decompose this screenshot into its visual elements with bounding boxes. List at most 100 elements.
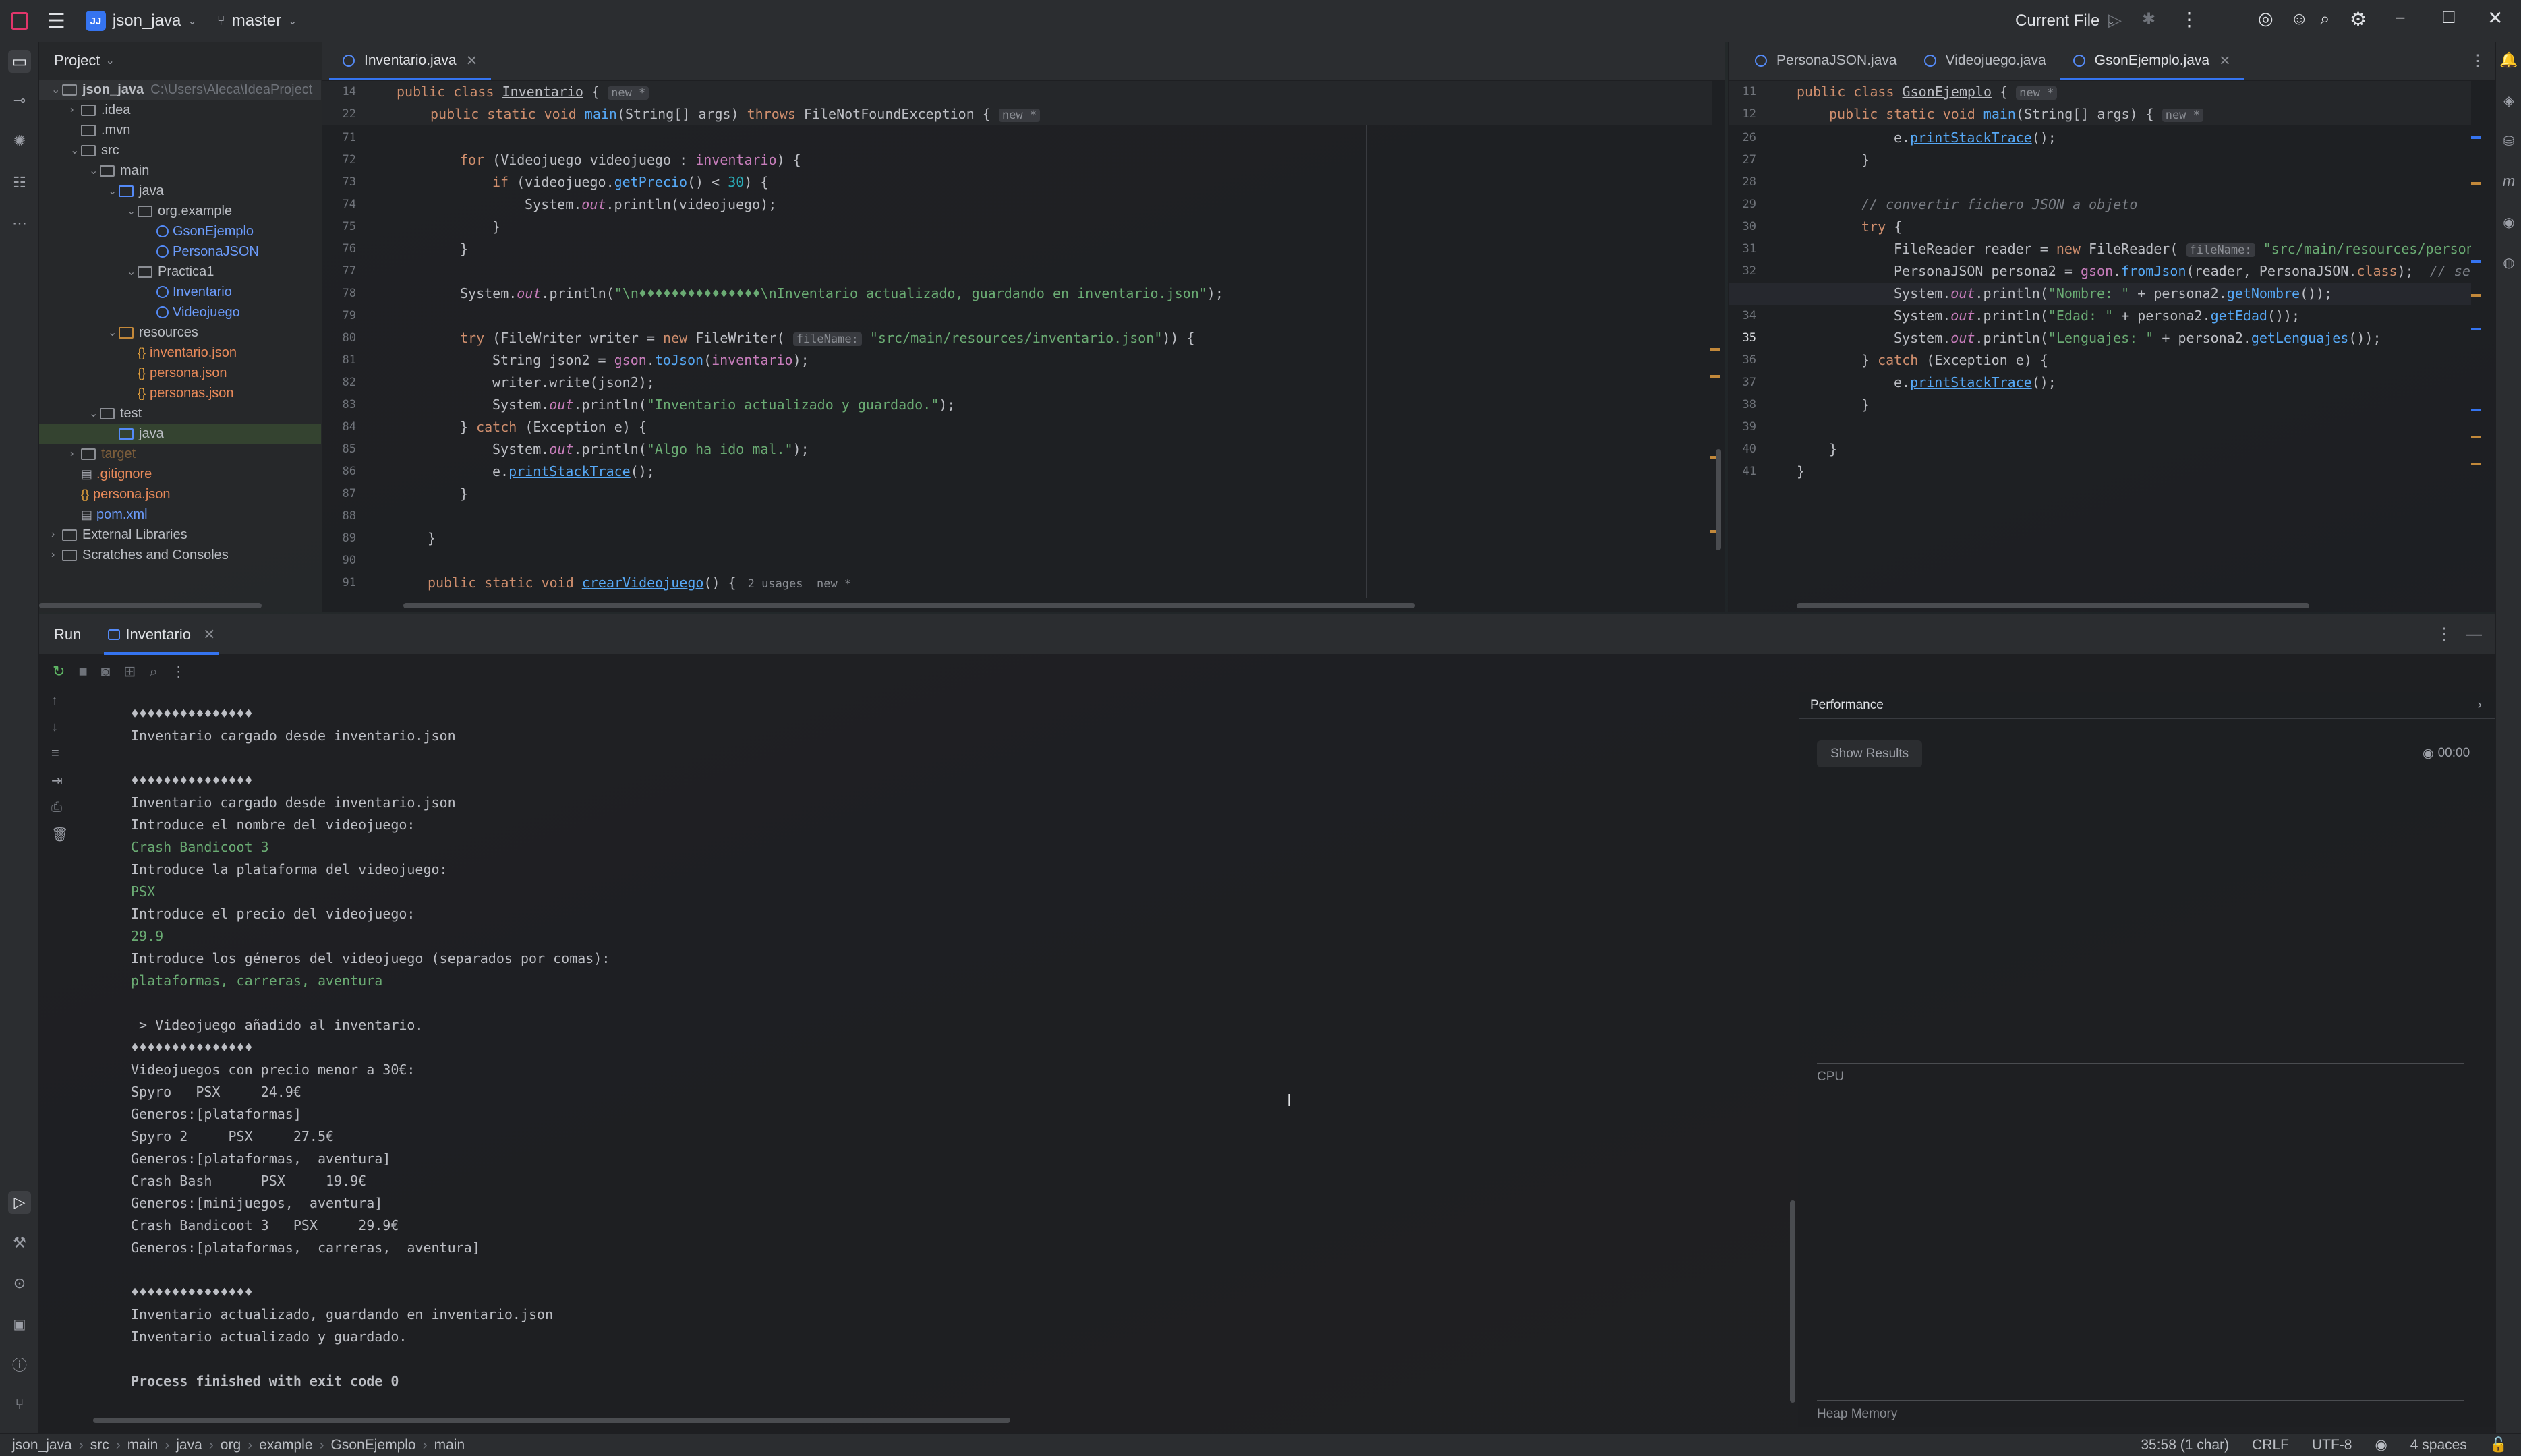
tree-item[interactable]: ⌄ test [89, 403, 142, 424]
chevron-down-icon[interactable]: ⌄ [89, 164, 100, 177]
ai-assistant-icon[interactable]: ◎ [2258, 8, 2273, 29]
terminal-icon[interactable]: ▣ [8, 1312, 31, 1335]
chevron-right-icon[interactable]: › [2478, 698, 2482, 713]
search-icon[interactable]: ⌕ [2320, 8, 2330, 30]
debug-icon[interactable]: ✱ [2142, 9, 2155, 29]
breadcrumb-item[interactable]: org [221, 1437, 241, 1453]
more-tools-icon[interactable]: ⋯ [8, 212, 31, 235]
commit-icon[interactable]: ⊸ [8, 89, 31, 112]
tree-item[interactable]: .mvn [70, 120, 130, 140]
copilot-chat-icon[interactable]: ◍ [2497, 251, 2520, 274]
project-tool-icon[interactable]: ▭ [8, 50, 31, 73]
copilot-icon[interactable]: ◉ [2497, 210, 2520, 233]
maven-icon[interactable]: m [2497, 170, 2520, 193]
lock-icon[interactable]: 🔓 [2490, 1437, 2508, 1453]
services-icon[interactable]: ⊙ [8, 1272, 31, 1295]
tab-videojuego-java[interactable]: Videojuego.java [1911, 41, 2060, 80]
tree-item[interactable]: ⌄ resources [108, 322, 198, 343]
rerun-icon[interactable]: ↻ [53, 663, 65, 680]
tree-item[interactable]: ⌄ src [70, 140, 119, 161]
find-icon[interactable]: ⌕ [149, 663, 157, 680]
tree-item[interactable]: ⌄ json_java C:\Users\Aleca\IdeaProject [39, 80, 321, 100]
tree-item[interactable]: ⌄ java [108, 181, 164, 201]
main-menu-icon[interactable]: ☰ [47, 9, 65, 33]
app-logo-icon[interactable] [11, 12, 28, 30]
structure-icon[interactable]: ☷ [8, 171, 31, 194]
branch-selector[interactable]: ⑂ master ⌄ [217, 11, 297, 30]
project-panel-header[interactable]: Project ⌄ [39, 42, 322, 80]
breadcrumb-item[interactable]: example [259, 1437, 312, 1453]
horizontal-scrollbar[interactable] [93, 1418, 1010, 1423]
code-area[interactable]: e.printStackTrace(); } // convertir fich… [1729, 127, 2471, 599]
run-config-selector[interactable]: Current File ⌄ [2015, 11, 2116, 30]
tree-item[interactable]: › .idea [70, 100, 130, 120]
tree-item[interactable]: Inventario [146, 282, 232, 302]
tree-item[interactable]: ▤ .gitignore [70, 464, 152, 484]
chevron-right-icon[interactable]: › [70, 448, 81, 460]
chevron-right-icon[interactable]: › [51, 549, 62, 561]
chevron-right-icon[interactable]: › [70, 104, 81, 116]
tree-item[interactable]: › Scratches and Consoles [51, 545, 229, 565]
more-options-icon[interactable]: ⋮ [2436, 624, 2452, 644]
problems-icon[interactable]: ⓘ [8, 1353, 31, 1376]
build-icon[interactable]: ⚒ [8, 1231, 31, 1254]
tab-personajson-java[interactable]: PersonaJSON.java [1741, 41, 1911, 80]
vertical-scrollbar[interactable] [1790, 1200, 1795, 1403]
chevron-right-icon[interactable]: › [51, 529, 62, 541]
tree-item[interactable]: {} inventario.json [127, 343, 237, 363]
chevron-down-icon[interactable]: ⌄ [108, 326, 119, 339]
run-icon[interactable]: ▷ [2108, 9, 2122, 30]
breadcrumb-item[interactable]: GsonEjemplo [331, 1437, 416, 1453]
tab-run-inventario[interactable]: Inventario ✕ [104, 614, 220, 655]
chevron-down-icon[interactable]: ⌄ [127, 204, 138, 218]
chevron-down-icon[interactable]: ⌄ [108, 184, 119, 198]
chevron-down-icon[interactable]: ⌄ [89, 407, 100, 420]
line-ending[interactable]: CRLF [2252, 1437, 2289, 1453]
more-tabs-icon[interactable]: ⋮ [2470, 51, 2486, 71]
close-window-icon[interactable]: ✕ [2487, 7, 2503, 29]
settings-gear-icon[interactable]: ⚙ [2350, 8, 2367, 30]
tree-item[interactable]: ▤ pom.xml [70, 504, 148, 525]
horizontal-scrollbar[interactable] [1797, 603, 2309, 608]
camera-icon[interactable]: ◙ [101, 663, 110, 680]
tree-item[interactable]: PersonaJSON [146, 241, 259, 262]
close-tab-icon[interactable]: ✕ [466, 53, 478, 69]
breadcrumb-item[interactable]: main [127, 1437, 158, 1453]
show-results-button[interactable]: Show Results [1817, 740, 1923, 767]
tree-item[interactable]: ⌄ main [89, 161, 149, 181]
chevron-down-icon[interactable]: ⌄ [51, 83, 62, 96]
ai-status-icon[interactable]: ◉ [2375, 1436, 2387, 1453]
chevron-down-icon[interactable]: ⌄ [127, 265, 138, 279]
tree-item[interactable]: java [39, 424, 321, 444]
git-icon[interactable]: ⑂ [8, 1393, 31, 1416]
tree-item[interactable]: › External Libraries [51, 525, 187, 545]
chevron-down-icon[interactable]: ⌄ [70, 144, 81, 157]
stop-icon[interactable]: ■ [78, 663, 87, 680]
restore-layout-icon[interactable]: ⊞ [123, 663, 136, 680]
notifications-icon[interactable]: 🔔 [2497, 49, 2520, 71]
minimize-icon[interactable]: – [2396, 8, 2404, 27]
ai-chat-icon[interactable]: ◈ [2497, 89, 2520, 112]
close-tab-icon[interactable]: ✕ [2219, 53, 2231, 69]
breadcrumb-item[interactable]: main [434, 1437, 465, 1453]
tree-item[interactable]: ⌄ org.example [127, 201, 232, 221]
maximize-icon[interactable]: ☐ [2441, 8, 2456, 28]
tree-item[interactable]: GsonEjemplo [146, 221, 254, 241]
tree-item[interactable]: {} persona.json [127, 363, 227, 383]
tree-item[interactable]: {} persona.json [70, 484, 171, 504]
ai-tool-icon[interactable]: ✺ [8, 129, 31, 152]
tab-gsonejemplo-java[interactable]: GsonEjemplo.java ✕ [2059, 41, 2244, 80]
horizontal-scrollbar[interactable] [39, 603, 262, 608]
tree-item[interactable]: › target [70, 444, 136, 464]
project-selector[interactable]: JJ json_java ⌄ [85, 11, 197, 31]
console-output[interactable]: ♦♦♦♦♦♦♦♦♦♦♦♦♦♦♦ Inventario cargado desde … [39, 693, 1793, 1422]
hide-panel-icon[interactable]: — [2466, 625, 2482, 644]
tree-item[interactable]: Videojuego [146, 302, 240, 322]
close-tab-icon[interactable]: ✕ [203, 626, 215, 643]
database-icon[interactable]: ⛁ [2497, 129, 2520, 152]
caret-position[interactable]: 35:58 (1 char) [2141, 1437, 2229, 1453]
code-area[interactable]: for (Videojuego videojuego : inventario)… [322, 127, 1712, 599]
breadcrumb-item[interactable]: json_java [12, 1437, 72, 1453]
more-options-icon[interactable]: ⋮ [171, 663, 186, 680]
tree-item[interactable]: ⌄ Practica1 [127, 262, 214, 282]
